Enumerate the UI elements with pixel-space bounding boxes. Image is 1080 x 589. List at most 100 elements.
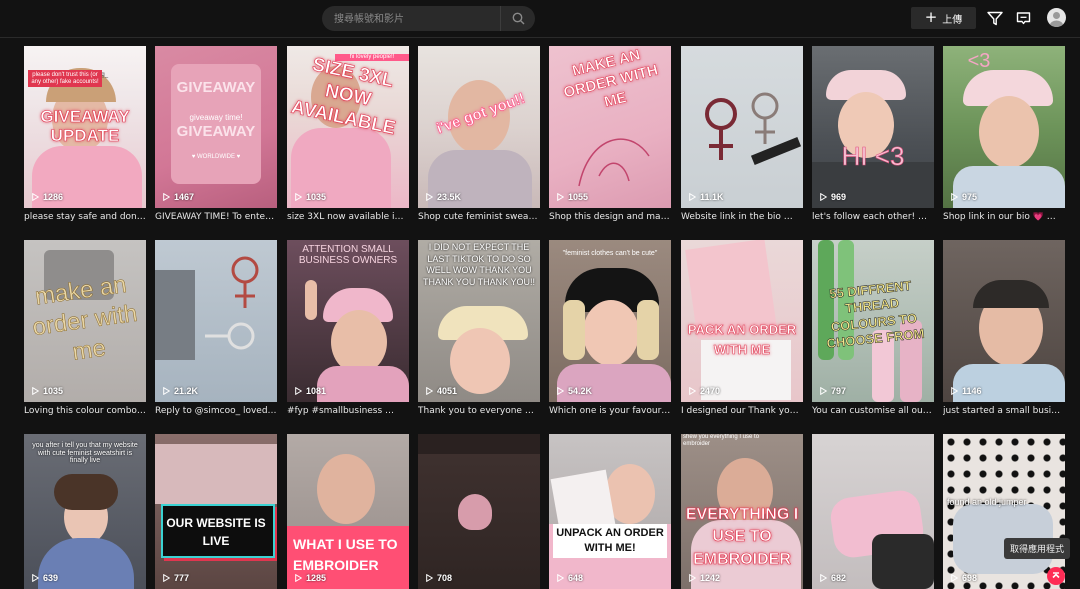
video-card[interactable]: 21.2K Reply to @simcoo_ loved …	[155, 240, 277, 416]
video-thumbnail: "feminist clothes can't be cute" 54.2K	[549, 240, 671, 402]
video-caption: You can customise all our …	[812, 406, 934, 416]
upload-label: 上傳	[942, 14, 963, 26]
play-icon	[557, 193, 564, 201]
video-card[interactable]: shew you everything I use to embroider E…	[681, 434, 803, 589]
view-count: 639	[43, 573, 59, 583]
search-icon	[512, 12, 524, 25]
upload-button[interactable]: + 上傳	[911, 7, 976, 29]
video-card[interactable]: <3 975 Shop link in our bio 💗 …	[943, 46, 1065, 222]
video-caption: please stay safe and don't…	[24, 212, 146, 222]
play-icon	[557, 574, 564, 582]
video-thumbnail: make an order with me 1035	[24, 240, 146, 402]
profile-icon	[1050, 12, 1063, 27]
view-count: 969	[831, 192, 847, 202]
video-card[interactable]: @loversclothing_ please don't trust this…	[24, 46, 146, 222]
view-count: 2470	[700, 386, 721, 396]
video-caption: GIVEAWAY TIME! To ente…	[155, 212, 275, 222]
play-icon	[163, 574, 170, 582]
play-icon	[163, 387, 170, 395]
play-icon	[295, 574, 302, 582]
view-count: 1467	[174, 192, 195, 202]
view-count: 708	[437, 573, 453, 583]
video-card[interactable]: make an order with me 1035 Loving this c…	[24, 240, 146, 416]
video-card[interactable]: i've got you!! 23.5K Shop cute feminist …	[418, 46, 540, 222]
play-icon	[295, 387, 302, 395]
filter-icon	[987, 11, 1003, 25]
view-count: 1286	[43, 192, 64, 202]
video-thumbnail: 708	[418, 434, 540, 589]
play-icon	[951, 387, 958, 395]
filter-button[interactable]	[986, 9, 1004, 27]
play-icon	[163, 193, 170, 201]
video-card[interactable]: HI <3 969 let's follow each other! …	[812, 46, 934, 222]
video-card[interactable]: MAKE AN ORDER WITH ME 1055 Shop this des…	[549, 46, 671, 222]
view-count: 11.1K	[700, 192, 724, 202]
video-card[interactable]: found an old jumper 698	[943, 434, 1065, 589]
view-count: 777	[174, 573, 190, 583]
play-icon	[820, 193, 827, 201]
video-thumbnail: 21.2K	[155, 240, 277, 402]
video-thumbnail: @loversclothing_ please don't trust this…	[24, 46, 146, 208]
view-count: 23.5K	[437, 192, 462, 202]
play-icon	[426, 574, 433, 582]
avatar[interactable]	[1047, 8, 1066, 27]
video-card[interactable]: 708	[418, 434, 540, 589]
search-input[interactable]	[332, 10, 501, 29]
video-card[interactable]: 682	[812, 434, 934, 589]
view-count: 1055	[568, 192, 589, 202]
get-app-chip[interactable]: 取得應用程式	[1003, 538, 1070, 559]
video-card[interactable]: ATTENTION SMALL BUSINESS OWNERS 1081 #fy…	[287, 240, 409, 416]
video-card[interactable]: OUR WEBSITE IS LIVE 777	[155, 434, 277, 589]
video-card[interactable]: I DID NOT EXPECT THE LAST TIKTOK TO DO S…	[418, 240, 540, 416]
play-icon	[820, 574, 827, 582]
video-thumbnail: hi lovely people!! SIZE 3XL NOW AVAILABL…	[287, 46, 409, 208]
video-thumbnail: WHAT I USE TO EMBROIDER 1285	[287, 434, 409, 589]
video-caption: Shop cute feminist sweats…	[418, 212, 540, 222]
view-count: 1285	[306, 573, 327, 583]
search-bar[interactable]	[322, 6, 535, 31]
video-card[interactable]: 11.1K Website link in the bio 🫶…	[681, 46, 803, 222]
video-thumbnail: 55 DIFFRENT THREAD COLOURS TO CHOOSE FRO…	[812, 240, 934, 402]
inbox-button[interactable]	[1014, 9, 1032, 27]
video-card[interactable]: hi lovely people!! SIZE 3XL NOW AVAILABL…	[287, 46, 409, 222]
video-card[interactable]: you after i tell you that my website wit…	[24, 434, 146, 589]
play-icon	[32, 574, 39, 582]
video-caption: Loving this colour combo!!…	[24, 406, 146, 416]
view-count: 1035	[43, 386, 64, 396]
plus-icon: +	[924, 7, 938, 26]
view-count: 1035	[306, 192, 327, 202]
video-thumbnail: 11.1K	[681, 46, 803, 208]
video-card[interactable]: 1146 just started a small busine…	[943, 240, 1065, 416]
play-icon	[689, 574, 696, 582]
video-card[interactable]: "feminist clothes can't be cute" 54.2K W…	[549, 240, 671, 416]
video-thumbnail: i've got you!! 23.5K	[418, 46, 540, 208]
play-icon	[32, 387, 39, 395]
video-card[interactable]: 55 DIFFRENT THREAD COLOURS TO CHOOSE FRO…	[812, 240, 934, 416]
video-thumbnail: I DID NOT EXPECT THE LAST TIKTOK TO DO S…	[418, 240, 540, 402]
video-card[interactable]: GIVEAWAY giveaway time! GIVEAWAY ♥ WORLD…	[155, 46, 277, 222]
view-count: 21.2K	[174, 386, 199, 396]
video-thumbnail: GIVEAWAY giveaway time! GIVEAWAY ♥ WORLD…	[155, 46, 277, 208]
view-count: 648	[568, 573, 584, 583]
view-count: 54.2K	[568, 386, 593, 396]
video-card[interactable]: UNPACK AN ORDER WITH ME! 648	[549, 434, 671, 589]
video-card[interactable]: PACK AN ORDER WITH ME 2470 I designed ou…	[681, 240, 803, 416]
play-icon	[951, 193, 958, 201]
video-thumbnail: MAKE AN ORDER WITH ME 1055	[549, 46, 671, 208]
arrow-up-icon	[1052, 572, 1060, 579]
view-count: 698	[962, 573, 978, 583]
play-icon	[295, 193, 302, 201]
back-to-top-button[interactable]	[1047, 567, 1065, 585]
video-card[interactable]: WHAT I USE TO EMBROIDER 1285	[287, 434, 409, 589]
video-thumbnail: shew you everything I use to embroider E…	[681, 434, 803, 589]
view-count: 4051	[437, 386, 458, 396]
video-thumbnail: found an old jumper 698	[943, 434, 1065, 589]
video-caption: let's follow each other! …	[812, 212, 928, 222]
play-icon	[820, 387, 827, 395]
search-button[interactable]	[500, 6, 535, 31]
view-count: 682	[831, 573, 847, 583]
top-bar: + 上傳	[0, 0, 1080, 38]
play-icon	[689, 387, 696, 395]
video-thumbnail: ATTENTION SMALL BUSINESS OWNERS 1081	[287, 240, 409, 402]
play-icon	[689, 193, 696, 201]
